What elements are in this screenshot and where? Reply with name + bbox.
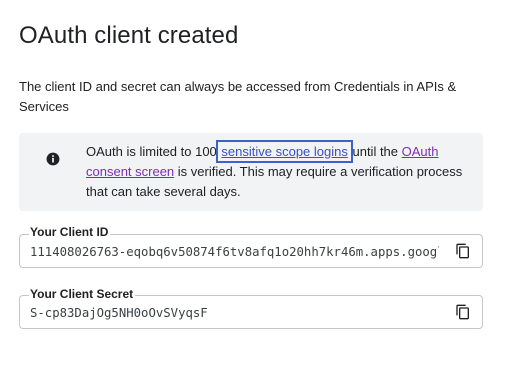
notice-text: OAuth is limited to 100 sensitive scope … <box>86 140 471 202</box>
copy-client-id-button[interactable] <box>455 243 471 259</box>
client-id-value[interactable]: 111408026763-eqobq6v50874f6tv8afq1o20hh7… <box>30 244 439 260</box>
copy-icon <box>456 304 469 320</box>
client-id-field[interactable]: 111408026763-eqobq6v50874f6tv8afq1o20hh7… <box>19 234 483 268</box>
client-secret-value[interactable]: S-cp83DajOg5NH0oOvSVyqsF <box>30 305 439 321</box>
info-icon <box>46 152 60 166</box>
notice-text-before: OAuth is limited to 100 <box>86 144 221 159</box>
dialog-title: OAuth client created <box>19 22 239 49</box>
sensitive-scope-logins-link[interactable]: sensitive scope logins <box>216 140 353 163</box>
copy-client-secret-button[interactable] <box>455 304 471 320</box>
notice-text-middle: until the <box>348 144 402 159</box>
copy-icon <box>456 243 469 259</box>
client-id-label: Your Client ID <box>29 225 111 239</box>
client-secret-label: Your Client Secret <box>29 287 136 301</box>
verification-notice: OAuth is limited to 100 sensitive scope … <box>19 133 483 211</box>
dialog-description: The client ID and secret can always be a… <box>19 79 457 114</box>
